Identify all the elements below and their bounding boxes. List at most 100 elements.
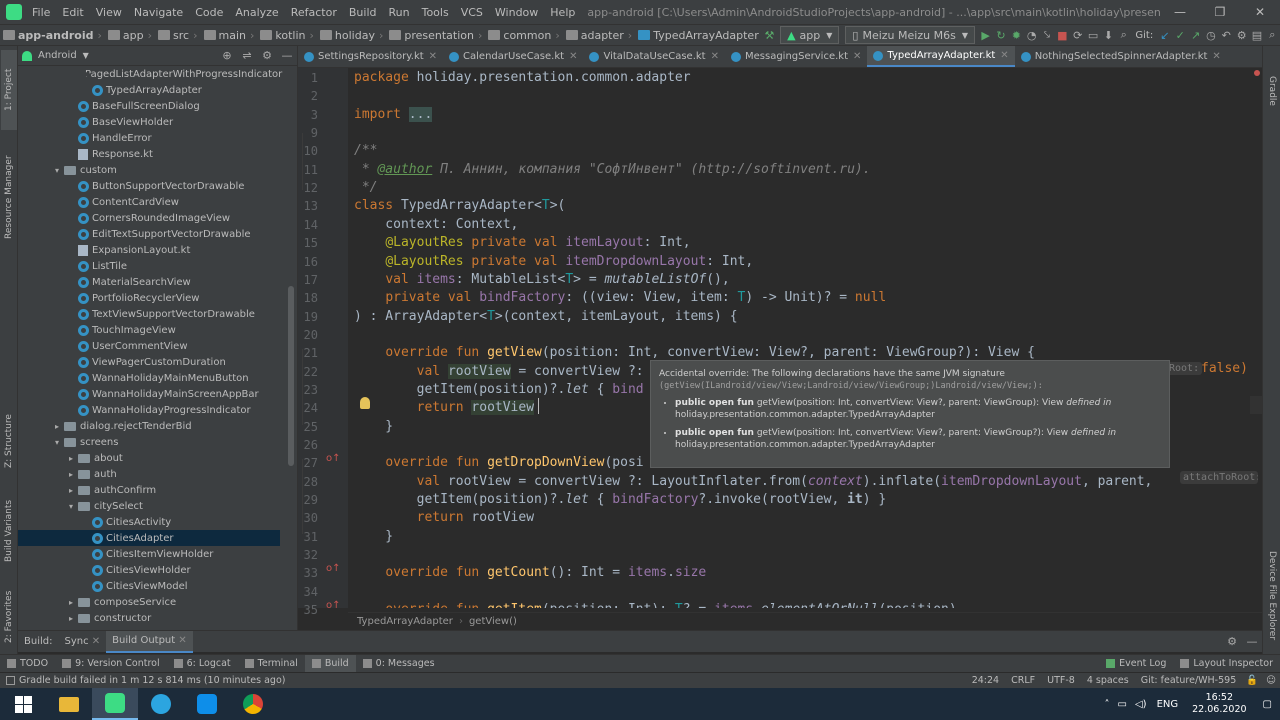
- project-scrollbar[interactable]: [288, 286, 294, 466]
- menu-edit[interactable]: Edit: [56, 6, 89, 19]
- menu-tools[interactable]: Tools: [416, 6, 455, 19]
- tree-item[interactable]: ▸ composeService: [18, 594, 280, 610]
- menu-window[interactable]: Window: [489, 6, 544, 19]
- taskbar-android-studio[interactable]: [92, 688, 138, 720]
- code-line[interactable]: ) : ArrayAdapter<T>(context, itemLayout,…: [354, 308, 738, 326]
- code-line[interactable]: val rootView = convertView ?: LayoutInfl…: [354, 473, 1153, 491]
- crumb-holiday[interactable]: holiday ›: [317, 29, 386, 42]
- crumb-src[interactable]: src ›: [155, 29, 200, 42]
- globe-icon[interactable]: ⊕: [217, 48, 237, 64]
- collapse-all-icon[interactable]: ⇌: [237, 48, 257, 64]
- tree-item[interactable]: CitiesActivity: [18, 514, 280, 530]
- tree-item[interactable]: BaseFullScreenDialog: [18, 98, 280, 114]
- terminal-button[interactable]: Terminal: [238, 658, 305, 669]
- tree-item[interactable]: ▸ about: [18, 450, 280, 466]
- stop-icon[interactable]: ■: [1055, 27, 1070, 43]
- menu-code[interactable]: Code: [189, 6, 229, 19]
- tab-build-output[interactable]: Build Output ✕: [106, 630, 193, 653]
- crumb-app[interactable]: app ›: [105, 29, 155, 42]
- code-line[interactable]: getItem(position)?.let { bindFactory?.in…: [354, 491, 887, 509]
- menu-analyze[interactable]: Analyze: [229, 6, 284, 19]
- chevron-down-icon[interactable]: ▾: [52, 438, 62, 447]
- tree-item[interactable]: ▸ constructor: [18, 610, 280, 626]
- code-line[interactable]: */: [354, 179, 378, 197]
- tree-item[interactable]: TypedArrayAdapter: [18, 82, 280, 98]
- tab-sync[interactable]: Sync ✕: [58, 636, 106, 647]
- tree-item[interactable]: BaseViewHolder: [18, 114, 280, 130]
- taskbar-chrome[interactable]: [230, 688, 276, 720]
- tree-item[interactable]: WannaHolidayMainScreenAppBar: [18, 386, 280, 402]
- code-line[interactable]: /**: [354, 142, 377, 160]
- device-select[interactable]: ▯ Meizu Meizu M6s ▼: [845, 26, 975, 44]
- tree-item[interactable]: Response.kt: [18, 146, 280, 162]
- chevron-down-icon[interactable]: ▾: [52, 166, 62, 175]
- chevron-right-icon[interactable]: ▸: [66, 598, 76, 607]
- code-line[interactable]: }: [354, 528, 393, 546]
- code-line[interactable]: * @author П. Аннин, компания "СофтИнвент…: [354, 161, 871, 179]
- chevron-right-icon[interactable]: ▸: [66, 470, 76, 479]
- taskbar-teamviewer[interactable]: [184, 688, 230, 720]
- crumb-common[interactable]: common ›: [485, 29, 562, 42]
- clock[interactable]: 16:52 22.06.2020: [1184, 692, 1254, 716]
- hammer-icon[interactable]: ⚒: [762, 27, 777, 43]
- sync-gradle-icon[interactable]: ⟳: [1070, 27, 1085, 43]
- lock-icon[interactable]: 🔓: [1242, 675, 1262, 686]
- menu-help[interactable]: Help: [544, 6, 581, 19]
- code-line[interactable]: import ...: [354, 106, 433, 124]
- breadcrumb-class[interactable]: TypedArrayAdapter: [357, 616, 453, 627]
- structure-tab[interactable]: Z: Structure: [1, 406, 17, 476]
- event-log-button[interactable]: Event Log: [1099, 658, 1173, 669]
- git-rollback-icon[interactable]: ↶: [1219, 27, 1234, 43]
- avd-manager-icon[interactable]: ▭: [1085, 27, 1100, 43]
- hide-panel-icon[interactable]: —: [1242, 634, 1262, 650]
- chevron-right-icon[interactable]: ▸: [66, 454, 76, 463]
- close-tab-icon[interactable]: ✕: [569, 51, 577, 62]
- crumb-presentation[interactable]: presentation ›: [386, 29, 485, 42]
- tree-item[interactable]: WannaHolidayProgressIndicator: [18, 402, 280, 418]
- resource-manager-tab[interactable]: Resource Manager: [1, 142, 17, 252]
- logcat-button[interactable]: 6: Logcat: [167, 658, 238, 669]
- indent-setting[interactable]: 4 spaces: [1081, 675, 1135, 686]
- view-mode-select[interactable]: Android: [38, 50, 77, 61]
- tree-item[interactable]: HandleError: [18, 130, 280, 146]
- menu-vcs[interactable]: VCS: [455, 6, 489, 19]
- code-line[interactable]: @LayoutRes private val itemLayout: Int,: [354, 234, 690, 252]
- tree-item[interactable]: ▸ dialog.rejectTenderBid: [18, 418, 280, 434]
- gear-icon[interactable]: ⚙: [257, 48, 277, 64]
- language-indicator[interactable]: ENG: [1151, 699, 1185, 710]
- override-marker-icon[interactable]: o↑: [326, 563, 341, 574]
- chevron-right-icon[interactable]: ▸: [66, 486, 76, 495]
- tree-item[interactable]: CornersRoundedImageView: [18, 210, 280, 226]
- error-stripe-icon[interactable]: [1254, 70, 1260, 76]
- tree-item[interactable]: ▸ authConfirm: [18, 482, 280, 498]
- code-line[interactable]: override fun getCount(): Int = items.siz…: [354, 564, 706, 582]
- menu-run[interactable]: Run: [383, 6, 416, 19]
- notifications-icon[interactable]: ▢: [1255, 699, 1280, 710]
- chevron-down-icon[interactable]: ▾: [66, 502, 76, 511]
- git-branch[interactable]: Git: feature/WH-595: [1135, 675, 1243, 686]
- tree-item[interactable]: EditTextSupportVectorDrawable: [18, 226, 280, 242]
- crumb-app-android[interactable]: app-android ›: [0, 29, 105, 42]
- apply-changes-icon[interactable]: ↻: [993, 27, 1008, 43]
- tree-item[interactable]: CitiesAdapter: [18, 530, 280, 546]
- chevron-down-icon[interactable]: ▼: [83, 51, 89, 60]
- code-line[interactable]: @LayoutRes private val itemDropdownLayou…: [354, 253, 753, 271]
- tree-item[interactable]: UserCommentView: [18, 338, 280, 354]
- code-line[interactable]: override fun getItem(position: Int): T? …: [354, 601, 956, 608]
- version-control-button[interactable]: 9: Version Control: [55, 658, 167, 669]
- tree-item[interactable]: ExpansionLayout.kt: [18, 242, 280, 258]
- favorites-tab[interactable]: 2: Favorites: [1, 582, 17, 652]
- tree-item[interactable]: ▾ screens: [18, 434, 280, 450]
- code-editor[interactable]: package holiday.presentation.common.adap…: [348, 68, 1250, 608]
- file-encoding[interactable]: UTF-8: [1041, 675, 1081, 686]
- tree-item[interactable]: ViewPagerCustomDuration: [18, 354, 280, 370]
- tree-item[interactable]: CitiesViewModel: [18, 578, 280, 594]
- status-icon[interactable]: [6, 676, 15, 685]
- code-line[interactable]: package holiday.presentation.common.adap…: [354, 69, 691, 87]
- git-history-icon[interactable]: ◷: [1203, 27, 1218, 43]
- override-marker-icon[interactable]: o↑: [326, 453, 341, 464]
- tree-item[interactable]: PortfolioRecyclerView: [18, 290, 280, 306]
- chevron-right-icon[interactable]: ▸: [66, 614, 76, 623]
- attach-debugger-icon[interactable]: ⤥: [1039, 27, 1054, 43]
- volume-icon[interactable]: ◁): [1131, 699, 1151, 710]
